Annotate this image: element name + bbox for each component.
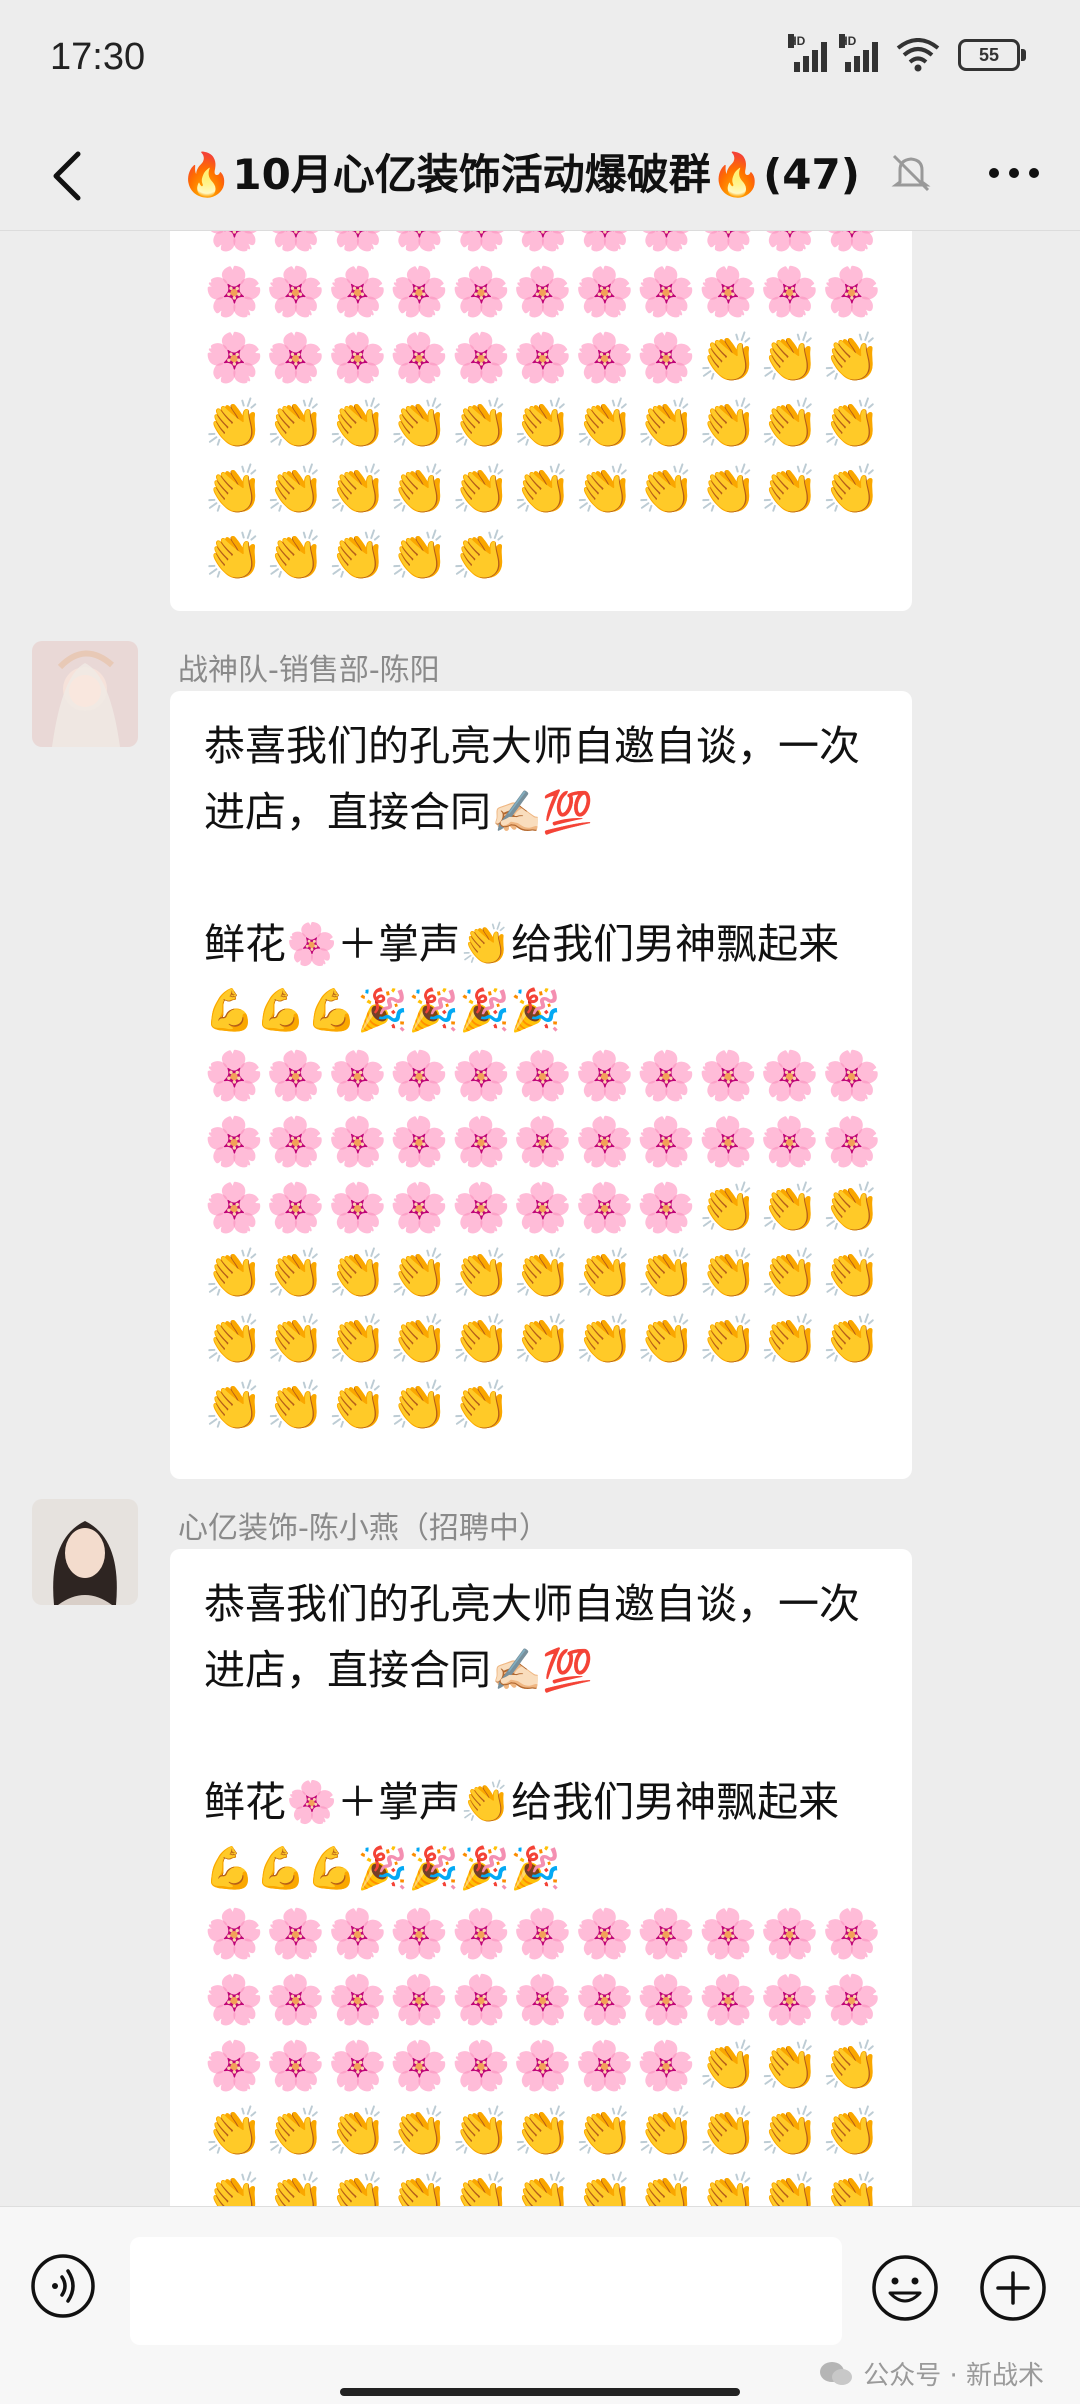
emoji-row: 👏👏👏👏👏👏👏👏👏👏👏 [204,1246,884,1302]
signal-icon: HD [788,34,827,72]
emoji-row: 🌸🌸🌸🌸🌸🌸🌸🌸🌸🌸🌸 [204,1114,884,1170]
watermark: 公众号 · 新战术 [819,2355,1044,2392]
emoji-row: 👏👏👏👏👏👏👏👏👏👏👏 [204,1312,884,1368]
emoji-row: 👏👏👏👏👏 [204,1378,513,1434]
status-icons: HD HD 55 [788,34,1026,72]
watermark-text: 公众号 · 新战术 [863,2361,1044,2391]
message-bubble[interactable]: 恭喜我们的孔亮大师自邀自谈，一次进店，直接合同✍🏻💯 鲜花🌸＋掌声👏给我们男神飘… [170,1549,912,2206]
back-arrow-icon[interactable] [40,146,100,206]
emoji-row: 🌸🌸🌸🌸🌸🌸🌸🌸🌸🌸🌸 [204,1906,884,1962]
avatar-image [32,641,138,747]
avatar-image [32,1499,138,1605]
message-bubble[interactable]: 恭喜我们的孔亮大师自邀自谈，一次进店，直接合同✍🏻💯 鲜花🌸＋掌声👏给我们男神飘… [170,691,912,1479]
message-input[interactable] [130,2237,842,2345]
emoji-row: 🌸🌸🌸🌸🌸🌸🌸🌸👏👏👏 [204,330,884,386]
battery-icon: 55 [958,39,1026,71]
emoji-row: 👏👏👏👏👏👏👏👏👏👏👏 [204,2104,884,2160]
emoji-row: 🌸🌸🌸🌸🌸🌸🌸🌸👏👏👏 [204,1180,884,1236]
signal-icon-2: HD [839,34,878,72]
avatar[interactable] [32,1499,138,1605]
plus-icon[interactable] [978,2253,1048,2323]
emoji-row: 🌸🌸🌸🌸🌸🌸🌸🌸👏👏👏 [204,2038,884,2094]
chat-title: 🔥10月心亿装饰活动爆破群🔥(47) [180,150,860,199]
emoji-row: 🌸🌸🌸🌸🌸🌸🌸🌸🌸🌸🌸 [204,231,881,259]
sender-name: 心亿装饰-陈小燕（招聘中） [178,1511,549,1546]
emoji-row: 👏👏👏👏👏👏👏👏👏👏👏 [204,396,884,452]
chat-message-list[interactable]: 🌸🌸🌸🌸🌸🌸🌸🌸🌸🌸🌸 🌸🌸🌸🌸🌸🌸🌸🌸🌸🌸🌸 🌸🌸🌸🌸🌸🌸🌸🌸👏👏👏 👏👏👏👏… [0,231,1080,2206]
more-options-icon[interactable] [984,150,1044,196]
emoji-row: 👏👏👏👏👏👏👏👏👏👏👏 [204,462,884,518]
wifi-icon [896,38,940,72]
status-time: 17:30 [50,36,146,78]
chat-header: 🔥10月心亿装饰活动爆破群🔥(47) [0,120,1080,231]
message-bubble[interactable]: 🌸🌸🌸🌸🌸🌸🌸🌸🌸🌸🌸 🌸🌸🌸🌸🌸🌸🌸🌸🌸🌸🌸 🌸🌸🌸🌸🌸🌸🌸🌸👏👏👏 👏👏👏👏… [170,231,912,611]
emoji-row: 🌸🌸🌸🌸🌸🌸🌸🌸🌸🌸🌸 [204,1048,884,1104]
message-text: 恭喜我们的孔亮大师自邀自谈，一次进店，直接合同✍🏻💯 鲜花🌸＋掌声👏给我们男神飘… [204,722,860,1034]
voice-input-icon[interactable] [30,2253,96,2319]
status-bar: 17:30 HD HD 55 [0,0,1080,120]
message-text: 恭喜我们的孔亮大师自邀自谈，一次进店，直接合同✍🏻💯 鲜花🌸＋掌声👏给我们男神飘… [204,1580,860,1892]
wechat-icon [820,2361,853,2385]
sender-name: 战神队-销售部-陈阳 [178,653,440,688]
emoji-row: 🌸🌸🌸🌸🌸🌸🌸🌸🌸🌸🌸 [204,1972,884,2028]
input-bar: 公众号 · 新战术 [0,2206,1080,2404]
emoji-row: 👏👏👏👏👏👏👏👏👏👏👏 [204,2170,884,2206]
mute-bell-icon [891,154,931,192]
emoji-picker-icon[interactable] [870,2253,940,2323]
emoji-row: 👏👏👏👏👏 [204,528,513,584]
home-indicator[interactable] [340,2388,740,2396]
emoji-row: 🌸🌸🌸🌸🌸🌸🌸🌸🌸🌸🌸 [204,264,884,320]
avatar[interactable] [32,641,138,747]
